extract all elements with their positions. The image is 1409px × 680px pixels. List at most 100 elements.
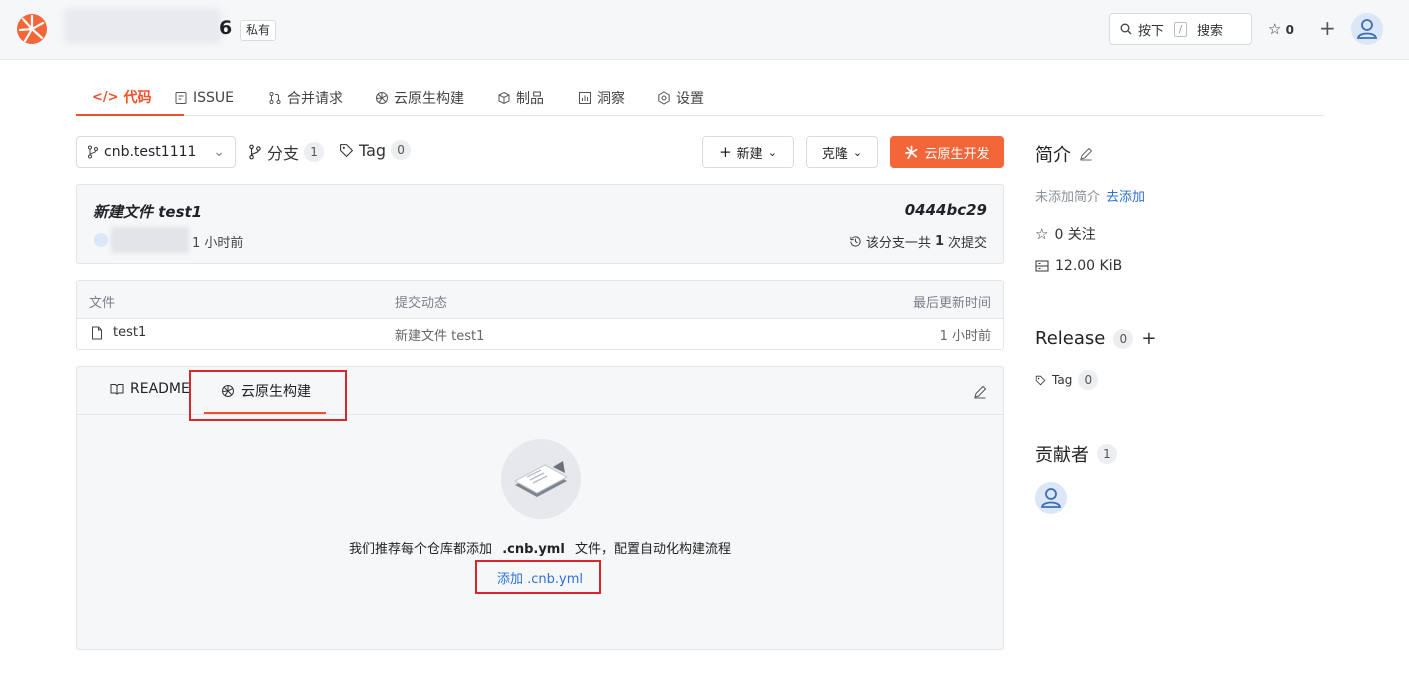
user-icon bbox=[1040, 488, 1062, 508]
tab-label: 设置 bbox=[676, 91, 704, 107]
intro-title: 简介 bbox=[1035, 145, 1071, 166]
tab-label: ISSUE bbox=[193, 90, 234, 106]
user-avatar[interactable] bbox=[1351, 13, 1383, 45]
repo-name-redacted[interactable] bbox=[64, 8, 222, 44]
release-title[interactable]: Release bbox=[1035, 328, 1105, 349]
tab-label: 洞察 bbox=[597, 91, 625, 107]
edit-icon[interactable] bbox=[973, 385, 987, 399]
search-icon bbox=[1120, 23, 1132, 35]
watch-count: 0 关注 bbox=[1054, 227, 1096, 243]
package-icon bbox=[498, 91, 510, 105]
chevron-down-icon: ⌄ bbox=[767, 145, 777, 159]
release-section-title: Release 0 + bbox=[1035, 328, 1156, 349]
branch-icon bbox=[88, 145, 98, 159]
commit-count-suffix: 次提交 bbox=[947, 236, 987, 251]
tab-label: 制品 bbox=[516, 91, 544, 107]
branches-count: 1 bbox=[304, 142, 325, 162]
sidebar-tag-label: Tag bbox=[1052, 373, 1073, 387]
tab-cloud-build[interactable]: 云原生构建 bbox=[359, 80, 480, 116]
tab-label: 云原生构建 bbox=[394, 91, 464, 107]
clone-button-label: 克隆 bbox=[821, 146, 848, 162]
tab-settings[interactable]: 设置 bbox=[641, 80, 720, 116]
commit-message[interactable]: 新建文件 test1 bbox=[93, 201, 202, 222]
commit-count: 1 bbox=[934, 234, 944, 249]
search-hint-label: 搜索 bbox=[1197, 23, 1224, 39]
file-name[interactable]: test1 bbox=[113, 325, 146, 340]
star-icon: ☆ bbox=[1268, 20, 1282, 38]
column-header-file: 文件 bbox=[89, 296, 116, 311]
star-button[interactable]: ☆ 0 bbox=[1268, 20, 1294, 38]
tags-count: 0 bbox=[391, 140, 412, 160]
empty-state-message: 我们推荐每个仓库都添加 .cnb.yml 文件，配置自动化构建流程 bbox=[77, 538, 1003, 557]
author-avatar[interactable] bbox=[94, 233, 108, 247]
contributor-avatar[interactable] bbox=[1035, 482, 1067, 514]
file-commit-message[interactable]: 新建文件 test1 bbox=[395, 325, 484, 344]
add-release-plus-icon[interactable]: + bbox=[1141, 328, 1156, 349]
file-icon bbox=[92, 326, 102, 340]
tag-icon bbox=[340, 143, 354, 157]
star-count: 0 bbox=[1285, 23, 1294, 37]
sidebar-tags-row[interactable]: Tag 0 bbox=[1035, 370, 1099, 390]
repo-size: 12.00 KiB bbox=[1055, 258, 1123, 274]
search-hint-prefix: 按下 bbox=[1138, 23, 1165, 39]
logo-icon[interactable] bbox=[16, 13, 48, 45]
top-bar: 6 私有 按下 / 搜索 ☆ 0 + bbox=[0, 0, 1409, 60]
tab-packages[interactable]: 制品 bbox=[481, 80, 560, 116]
edit-icon[interactable] bbox=[1079, 147, 1093, 161]
clone-button[interactable]: 克隆 ⌄ bbox=[806, 136, 878, 168]
empty-message-prefix: 我们推荐每个仓库都添加 bbox=[349, 542, 493, 557]
private-badge: 私有 bbox=[240, 20, 277, 41]
plus-icon: + bbox=[719, 143, 732, 161]
branches-link[interactable]: 分支 1 bbox=[248, 140, 325, 164]
tab-merge-requests[interactable]: 合并请求 bbox=[252, 80, 359, 116]
latest-commit: 新建文件 test1 0444bc29 1 小时前 该分支一共 1 次提交 bbox=[76, 184, 1004, 264]
tab-insights[interactable]: 洞察 bbox=[562, 80, 641, 116]
issue-icon bbox=[175, 92, 187, 104]
tab-readme-label: README bbox=[130, 381, 190, 397]
commit-count-link[interactable]: 该分支一共 1 次提交 bbox=[849, 232, 987, 251]
repo-name-suffix[interactable]: 6 bbox=[219, 17, 232, 39]
cloud-dev-button[interactable]: 云原生开发 bbox=[890, 136, 1004, 168]
watch-row[interactable]: ☆ 0 关注 bbox=[1035, 224, 1096, 244]
table-header: 文件 提交动态 最后更新时间 bbox=[77, 281, 1003, 319]
empty-message-suffix: 文件，配置自动化构建流程 bbox=[574, 542, 731, 557]
file-updated-time: 1 小时前 bbox=[939, 329, 991, 344]
branch-select[interactable]: cnb.test1111 ⌄ bbox=[76, 136, 236, 168]
tags-label: Tag bbox=[359, 140, 387, 160]
highlight-box-build-tab bbox=[189, 370, 347, 421]
branch-icon bbox=[249, 144, 261, 160]
tag-icon bbox=[1035, 375, 1046, 385]
table-row[interactable]: test1 新建文件 test1 1 小时前 bbox=[77, 319, 1003, 349]
code-icon: </> bbox=[92, 89, 119, 105]
search-input[interactable]: 按下 / 搜索 bbox=[1109, 13, 1252, 45]
empty-message-file: .cnb.yml bbox=[502, 542, 565, 557]
intro-empty-text: 未添加简介 bbox=[1035, 190, 1101, 205]
author-name-redacted[interactable] bbox=[111, 227, 189, 253]
repo-tabs: </> 代码 ISSUE 合并请求 云原生构建 制品 洞察 设置 bbox=[76, 80, 1324, 116]
tab-issue[interactable]: ISSUE bbox=[158, 80, 250, 116]
chevron-down-icon: ⌄ bbox=[213, 144, 225, 160]
new-button[interactable]: + 新建 ⌄ bbox=[702, 136, 794, 168]
merge-request-icon bbox=[269, 91, 281, 105]
tab-readme[interactable]: README bbox=[110, 381, 190, 397]
user-icon bbox=[1356, 19, 1378, 39]
search-shortcut-key: / bbox=[1174, 21, 1188, 37]
cnb-logo-icon bbox=[905, 145, 918, 159]
new-button-label: 新建 bbox=[736, 146, 763, 162]
history-icon bbox=[850, 236, 861, 247]
commit-time: 1 小时前 bbox=[192, 236, 244, 251]
intro-add-link[interactable]: 去添加 bbox=[1106, 186, 1145, 205]
intro-section-title: 简介 bbox=[1035, 141, 1093, 167]
column-header-updated: 最后更新时间 bbox=[912, 296, 991, 311]
contributors-title[interactable]: 贡献者 bbox=[1035, 441, 1089, 467]
star-icon: ☆ bbox=[1035, 225, 1049, 243]
contributors-count: 1 bbox=[1097, 444, 1117, 464]
insights-icon bbox=[579, 92, 591, 104]
commit-hash[interactable]: 0444bc29 bbox=[905, 201, 987, 219]
create-plus-icon[interactable]: + bbox=[1319, 16, 1336, 40]
highlight-box-add-link bbox=[475, 560, 601, 594]
storage-icon bbox=[1035, 260, 1049, 272]
tab-label: 代码 bbox=[123, 90, 152, 106]
empty-state-illustration bbox=[501, 439, 581, 519]
tags-link[interactable]: Tag 0 bbox=[339, 140, 412, 160]
